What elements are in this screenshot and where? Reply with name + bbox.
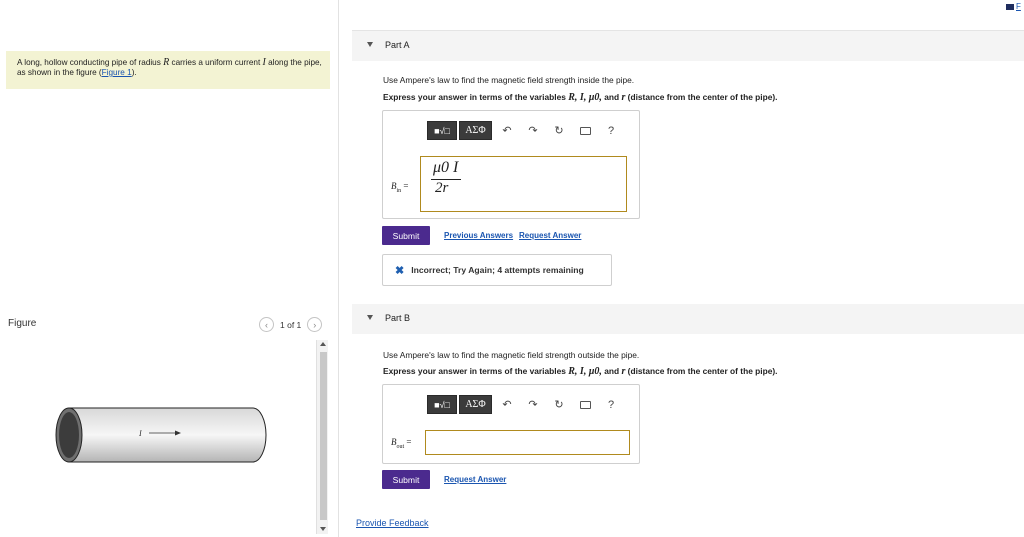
pager-text: 1 of 1	[280, 319, 302, 330]
part-a-header[interactable]: Part A	[352, 31, 1024, 61]
sqrt-template-icon[interactable]: ■√□	[427, 121, 457, 140]
scroll-thumb[interactable]	[320, 352, 327, 520]
part-b-header[interactable]: Part B	[352, 304, 1024, 334]
figure-scrollbar[interactable]	[316, 340, 328, 534]
part-b-variable: Bout =	[391, 437, 412, 450]
chevron-right-icon[interactable]: ›	[307, 317, 323, 332]
previous-answers-link[interactable]: Previous Answers	[444, 231, 513, 240]
figure-link[interactable]: Figure 1	[102, 68, 132, 77]
help-button[interactable]: ?	[600, 121, 622, 140]
redo-icon[interactable]: ↷	[522, 395, 544, 414]
problem-text-1: A long, hollow conducting pipe of radius	[17, 58, 164, 67]
provide-feedback-link[interactable]: Provide Feedback	[356, 518, 429, 528]
corner-link-text[interactable]: F	[1016, 2, 1021, 11]
part-a-toolbar: ■√□ ΑΣΦ ↶ ↷ ↻ ?	[427, 121, 622, 140]
part-a-answer-input[interactable]: μ0 I 2r	[420, 156, 627, 212]
current-label: I	[138, 429, 142, 438]
part-a-submit-button[interactable]: Submit	[382, 226, 430, 245]
greek-button[interactable]: ΑΣΦ	[459, 121, 492, 140]
part-b-title: Part B	[385, 313, 411, 323]
x-icon: ✖	[395, 264, 405, 277]
scroll-down-icon[interactable]	[320, 527, 326, 531]
part-a-request-answer-link[interactable]: Request Answer	[519, 231, 581, 240]
part-b-answer-panel: ■√□ ΑΣΦ ↶ ↷ ↻ ? Bout =	[382, 384, 640, 464]
pipe-figure: I	[55, 407, 267, 463]
scroll-up-icon[interactable]	[320, 342, 326, 346]
part-b-request-answer-link[interactable]: Request Answer	[444, 475, 506, 484]
part-a-question: Use Ampere's law to find the magnetic fi…	[383, 75, 635, 85]
part-b-instruction: Express your answer in terms of the vari…	[383, 366, 778, 377]
part-a-answer-panel: ■√□ ΑΣΦ ↶ ↷ ↻ ? Bin = μ0 I 2r	[382, 110, 640, 219]
part-a-title: Part A	[385, 40, 410, 50]
undo-icon[interactable]: ↶	[496, 395, 518, 414]
help-button[interactable]: ?	[600, 395, 622, 414]
part-a-fraction: μ0 I 2r	[431, 159, 461, 197]
greek-button[interactable]: ΑΣΦ	[459, 395, 492, 414]
problem-text-2: carries a uniform current	[169, 58, 263, 67]
keyboard-icon[interactable]	[574, 395, 596, 414]
problem-text-4: ).	[131, 68, 137, 77]
book-icon	[1006, 3, 1014, 10]
part-a-variable: Bin =	[391, 181, 409, 194]
column-divider	[338, 0, 339, 537]
figure-pager: ‹ 1 of 1 ›	[259, 317, 323, 332]
corner-link[interactable]: F	[1006, 2, 1021, 11]
collapse-triangle-icon[interactable]	[367, 315, 373, 320]
part-b-toolbar: ■√□ ΑΣΦ ↶ ↷ ↻ ?	[427, 395, 622, 414]
collapse-triangle-icon[interactable]	[367, 42, 373, 47]
part-b-question: Use Ampere's law to find the magnetic fi…	[383, 350, 640, 360]
part-a-feedback: ✖ Incorrect; Try Again; 4 attempts remai…	[382, 254, 612, 286]
redo-icon[interactable]: ↷	[522, 121, 544, 140]
part-b-submit-button[interactable]: Submit	[382, 470, 430, 489]
problem-statement: A long, hollow conducting pipe of radius…	[6, 51, 330, 89]
reset-icon[interactable]: ↻	[548, 395, 570, 414]
keyboard-icon[interactable]	[574, 121, 596, 140]
chevron-left-icon[interactable]: ‹	[259, 317, 274, 332]
part-b-answer-input[interactable]	[425, 430, 630, 455]
reset-icon[interactable]: ↻	[548, 121, 570, 140]
fraction-denominator: 2r	[435, 180, 449, 196]
fraction-numerator: μ0 I	[433, 159, 459, 176]
sqrt-template-icon[interactable]: ■√□	[427, 395, 457, 414]
figure-label: Figure	[8, 318, 37, 329]
part-a-instruction: Express your answer in terms of the vari…	[383, 92, 778, 103]
feedback-text: Incorrect; Try Again; 4 attempts remaini…	[411, 265, 584, 275]
undo-icon[interactable]: ↶	[496, 121, 518, 140]
